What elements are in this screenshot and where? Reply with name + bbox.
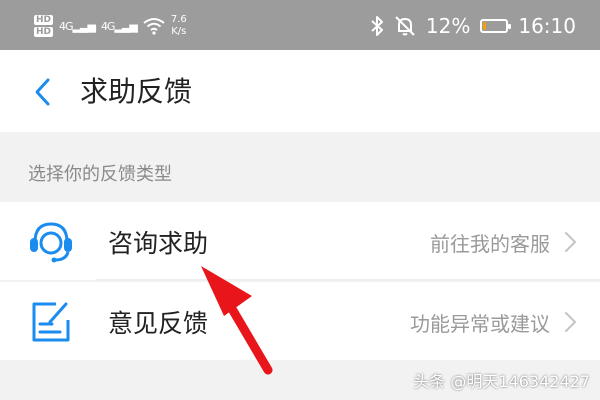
hd-badge-2: HD — [34, 27, 54, 37]
item-label: 意见反馈 — [108, 309, 209, 338]
chevron-left-icon — [35, 78, 50, 106]
hd-badge-1: HD — [34, 15, 54, 25]
item-hint: 前往我的客服 — [430, 232, 550, 256]
wifi-icon — [143, 18, 165, 35]
list-item-feedback[interactable]: 意见反馈 功能异常或建议 — [0, 282, 600, 360]
item-label: 咨询求助 — [108, 229, 209, 258]
page-title: 求助反馈 — [80, 75, 193, 108]
divider — [96, 279, 600, 281]
battery-fill — [483, 22, 487, 30]
battery-icon — [480, 19, 512, 33]
header-bar: 求助反馈 — [0, 50, 600, 132]
signal-1: 4G▂▃▅ — [59, 19, 96, 33]
mute-bell-icon — [395, 16, 415, 36]
signal-2: 4G▂▃▅ — [100, 19, 138, 33]
headset-agent-icon — [30, 222, 72, 263]
hd-badges: HD HD — [34, 15, 54, 37]
battery-percent: 12% — [425, 14, 471, 38]
chevron-right-icon — [565, 232, 576, 252]
item-hint: 功能异常或建议 — [410, 312, 550, 336]
list-item-consult-help[interactable]: 咨询求助 前往我的客服 — [0, 202, 600, 280]
edit-note-icon — [32, 302, 70, 342]
watermark: 头条 @明天146342427 — [413, 372, 590, 391]
section-label: 选择你的反馈类型 — [28, 164, 172, 185]
status-bar: HD HD 4G▂▃▅ 4G▂▃▅ 7.6 K/s 12% 16:10 — [0, 0, 600, 50]
status-left: HD HD 4G▂▃▅ 4G▂▃▅ 7.6 K/s — [34, 10, 187, 42]
network-speed: 7.6 K/s — [170, 14, 187, 37]
back-button[interactable] — [24, 72, 60, 112]
status-right: 12% 16:10 — [370, 12, 576, 40]
chevron-right-icon — [565, 312, 576, 332]
clock: 16:10 — [518, 14, 576, 38]
bluetooth-icon — [371, 16, 383, 36]
